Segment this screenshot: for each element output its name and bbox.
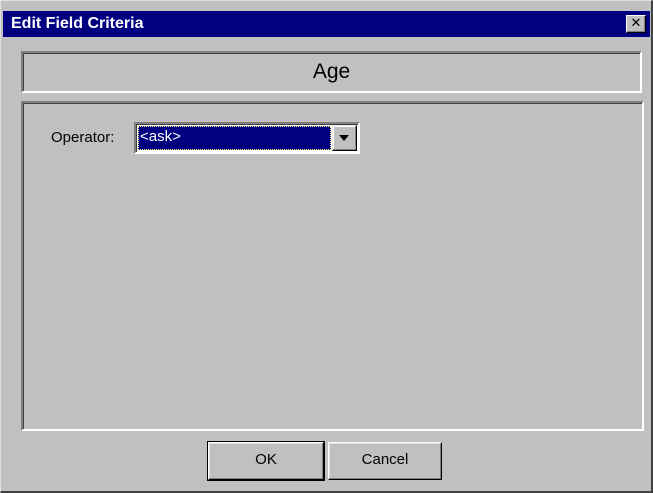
operator-dropdown[interactable]: <ask> [134, 122, 360, 154]
close-button[interactable]: ✕ [626, 15, 646, 33]
field-name-panel: Age [21, 51, 642, 93]
edit-field-criteria-dialog: Edit Field Criteria ✕ Age Operator: <ask… [0, 0, 653, 493]
operator-label: Operator: [51, 129, 115, 146]
dropdown-arrow-button[interactable] [332, 125, 357, 151]
title-bar[interactable]: Edit Field Criteria ✕ [3, 11, 650, 37]
field-name-heading: Age [312, 60, 351, 83]
operator-selected-value[interactable]: <ask> [138, 126, 331, 150]
chevron-down-icon [339, 135, 349, 141]
ok-button[interactable]: OK [207, 441, 325, 481]
window-title: Edit Field Criteria [11, 15, 144, 32]
close-icon: ✕ [630, 16, 642, 31]
cancel-button[interactable]: Cancel [328, 442, 442, 480]
